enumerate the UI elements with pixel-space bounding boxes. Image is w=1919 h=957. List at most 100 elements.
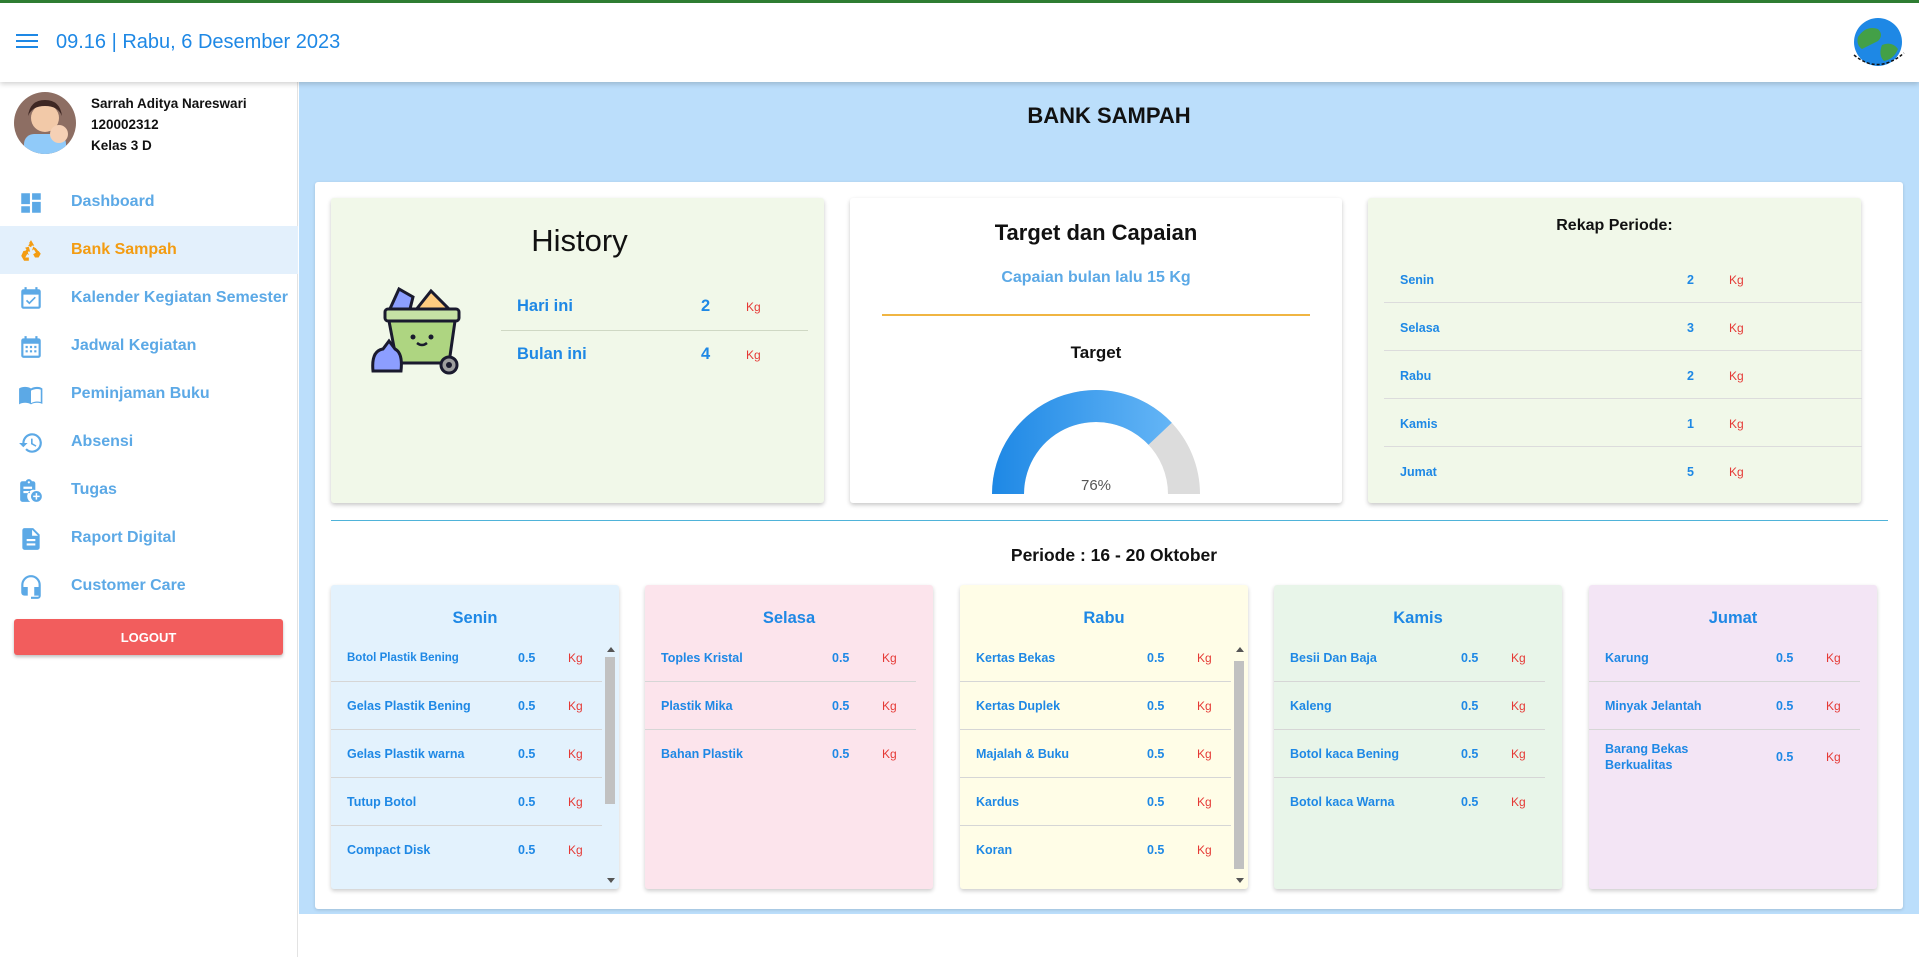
menu-icon[interactable] xyxy=(16,34,38,50)
sidebar-item-dashboard[interactable]: Dashboard xyxy=(0,178,298,226)
headset-icon xyxy=(21,575,41,599)
gauge-title: Target xyxy=(1070,343,1122,362)
history-row-month: Bulan ini 4 Kg xyxy=(501,331,808,379)
item-unit: Kg xyxy=(1197,747,1212,761)
calendar-check-icon xyxy=(21,287,41,309)
school-logo[interactable] xyxy=(1848,15,1908,73)
item-unit: Kg xyxy=(568,747,583,761)
scroll-down-arrow-icon[interactable] xyxy=(1236,878,1244,883)
item-unit: Kg xyxy=(1511,747,1526,761)
item-value: 0.5 xyxy=(1776,699,1794,713)
logout-button[interactable]: LOGOUT xyxy=(14,619,283,655)
scroll-down-arrow-icon[interactable] xyxy=(607,878,615,883)
recycle-icon xyxy=(21,240,41,261)
item-label: Gelas Plastik warna xyxy=(347,747,465,761)
day-list: Besii Dan Baja 0.5 Kg Kaleng 0.5 Kg Botol ka… xyxy=(1274,634,1562,826)
item-unit: Kg xyxy=(882,747,897,761)
day-list[interactable]: Botol Plastik Bening 0.5 Kg Gelas Plastik … xyxy=(331,634,619,874)
list-item: Minyak Jelantah 0.5 Kg xyxy=(1589,682,1860,730)
list-item: Besii Dan Baja 0.5 Kg xyxy=(1274,634,1545,682)
sidebar-item-tugas[interactable]: Tugas xyxy=(0,466,298,514)
day-title: Senin xyxy=(452,609,498,627)
sidebar-item-label: Dashboard xyxy=(71,193,155,210)
rekap-label: Kamis xyxy=(1400,417,1438,431)
list-item: Compact Disk 0.5 Kg xyxy=(331,826,602,874)
history-row-today xyxy=(501,241,808,289)
sidebar-item-label: Customer Care xyxy=(71,577,186,594)
history-label: Hari ini xyxy=(517,297,573,315)
rekap-row: Senin 2 Kg xyxy=(1384,255,1862,303)
day-card-selasa: Selasa Toples Kristal 0.5 Kg Plastik Mika 0… xyxy=(645,585,933,889)
day-title: Rabu xyxy=(1083,609,1125,627)
target-subtitle: Capaian bulan lalu 15 Kg xyxy=(1001,269,1191,286)
sidebar-item-label: Peminjaman Buku xyxy=(71,385,210,402)
scrollbar-thumb[interactable] xyxy=(605,657,615,804)
target-title: Target dan Capaian xyxy=(994,220,1198,245)
item-unit: Kg xyxy=(1826,699,1841,713)
sidebar-item-label: Kalender Kegiatan Semester xyxy=(71,289,288,306)
item-label: Besii Dan Baja xyxy=(1290,651,1377,665)
calendar-icon xyxy=(21,336,41,358)
item-label: Barang Bekas Berkualitas xyxy=(1605,742,1689,772)
list-item: Gelas Plastik Bening 0.5 Kg xyxy=(331,682,602,730)
day-list[interactable]: Kertas Bekas 0.5 Kg Kertas Duplek 0.5 Kg Maj… xyxy=(960,634,1248,874)
sidebar-item-bank-sampah[interactable]: Bank Sampah xyxy=(0,226,298,274)
scrollbar[interactable] xyxy=(1233,647,1246,883)
sidebar-item-label: Tugas xyxy=(71,481,117,498)
item-value: 0.5 xyxy=(518,747,536,761)
scrollbar-thumb[interactable] xyxy=(1234,661,1244,869)
item-label: Compact Disk xyxy=(347,843,431,857)
rekap-label: Selasa xyxy=(1400,321,1440,335)
item-value: 0.5 xyxy=(1147,843,1165,857)
sidebar-item-jadwal[interactable]: Jadwal Kegiatan xyxy=(0,322,298,370)
scrollbar[interactable] xyxy=(604,647,617,883)
profile-info: Sarrah Aditya Nareswari 120002312 Kelas … xyxy=(91,93,247,156)
sidebar-item-customer-care[interactable]: Customer Care xyxy=(0,562,298,610)
list-item: Koran 0.5 Kg xyxy=(960,826,1231,874)
scroll-up-arrow-icon[interactable] xyxy=(607,647,615,652)
sidebar-item-absensi[interactable]: Absensi xyxy=(0,418,298,466)
rekap-value: 1 xyxy=(1687,417,1694,431)
day-card-jumat: Jumat Karung 0.5 Kg Minyak Jelantah 0.5 Kg B… xyxy=(1589,585,1877,889)
item-value: 0.5 xyxy=(1147,795,1165,809)
sidebar-item-label: Bank Sampah xyxy=(71,241,177,258)
rekap-row: Rabu 2 Kg xyxy=(1384,351,1862,399)
day-title: Jumat xyxy=(1708,609,1758,627)
list-item: Kertas Bekas 0.5 Kg xyxy=(960,634,1231,682)
day-card-senin: Senin Botol Plastik Bening 0.5 Kg Gelas Pl… xyxy=(331,585,619,889)
list-item: Gelas Plastik warna 0.5 Kg xyxy=(331,730,602,778)
sidebar-item-label: Raport Digital xyxy=(71,529,176,546)
list-item: Kaleng 0.5 Kg xyxy=(1274,682,1545,730)
item-unit: Kg xyxy=(882,651,897,665)
avatar[interactable] xyxy=(14,92,76,154)
item-value: 0.5 xyxy=(1776,750,1794,764)
sidebar-item-kalender[interactable]: Kalender Kegiatan Semester xyxy=(0,274,298,322)
rekap-label: Jumat xyxy=(1400,465,1437,479)
list-item: Kertas Duplek 0.5 Kg xyxy=(960,682,1231,730)
sidebar-nav: Dashboard Bank Sampah Kalender Kegiatan … xyxy=(0,178,298,610)
item-label: Kardus xyxy=(976,795,1020,809)
rekap-row: Jumat 5 Kg xyxy=(1384,447,1862,495)
scroll-up-arrow-icon[interactable] xyxy=(1236,647,1244,652)
rekap-row: Kamis 1 Kg xyxy=(1384,399,1862,447)
item-unit: Kg xyxy=(1511,699,1526,713)
item-value: 0.5 xyxy=(518,795,536,809)
sidebar-item-raport-digital[interactable]: Raport Digital xyxy=(0,514,298,562)
item-unit: Kg xyxy=(568,795,583,809)
day-title: Kamis xyxy=(1393,609,1443,627)
sidebar-item-peminjaman-buku[interactable]: Peminjaman Buku xyxy=(0,370,298,418)
item-value: 0.5 xyxy=(518,843,536,857)
item-value: 0.5 xyxy=(1147,747,1165,761)
day-list: Toples Kristal 0.5 Kg Plastik Mika 0.5 Kg Ba… xyxy=(645,634,933,778)
item-label: Botol Plastik Bening xyxy=(347,652,459,664)
day-card-kamis: Kamis Besii Dan Baja 0.5 Kg Kaleng 0.5 Kg Bo… xyxy=(1274,585,1562,889)
list-item: Toples Kristal 0.5 Kg xyxy=(645,634,916,682)
target-gauge: 76% xyxy=(992,390,1200,494)
item-value: 0.5 xyxy=(1461,651,1479,665)
item-label: Majalah & Buku xyxy=(976,747,1070,761)
item-value: 0.5 xyxy=(1461,699,1479,713)
history-row-today: Hari ini 2 Kg xyxy=(501,283,808,331)
list-item: Botol kaca Bening 0.5 Kg xyxy=(1274,730,1545,778)
item-value: 0.5 xyxy=(1147,699,1165,713)
item-value: 0.5 xyxy=(832,747,850,761)
